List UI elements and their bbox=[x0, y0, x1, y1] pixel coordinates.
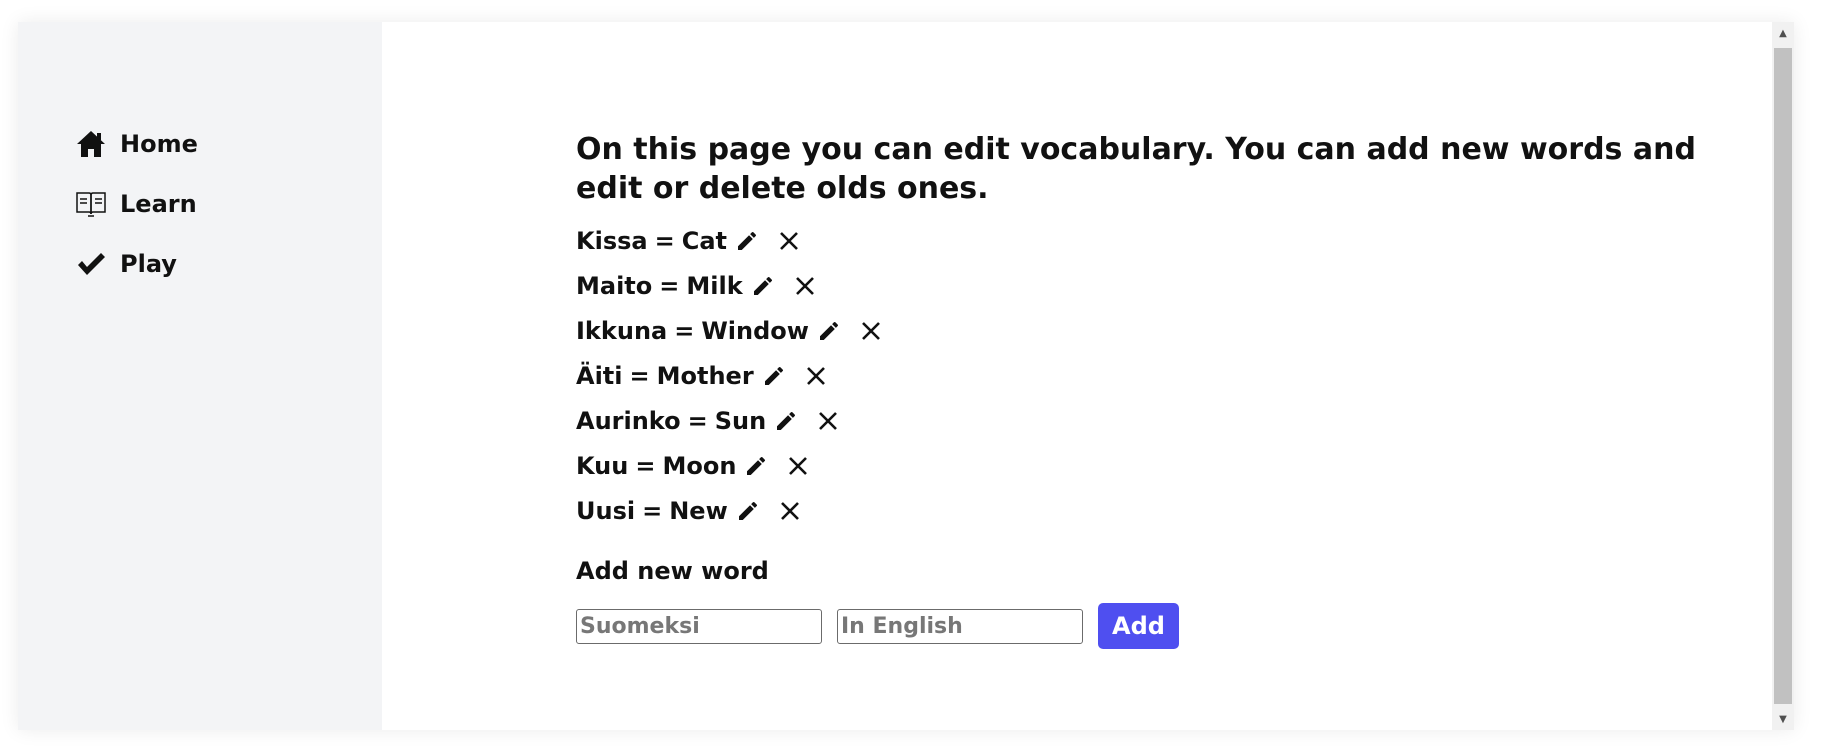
scroll-up-arrow-icon[interactable]: ▲ bbox=[1772, 22, 1794, 44]
edit-pencil-icon[interactable] bbox=[772, 406, 800, 436]
finnish-word: Aurinko bbox=[576, 406, 681, 435]
add-button[interactable]: Add bbox=[1098, 603, 1179, 649]
nav-item-play[interactable]: Play bbox=[74, 244, 382, 284]
add-word-heading: Add new word bbox=[576, 557, 769, 585]
delete-x-icon[interactable] bbox=[814, 406, 842, 436]
nav-item-learn-label: Learn bbox=[120, 190, 197, 218]
delete-x-icon[interactable] bbox=[784, 451, 812, 481]
finnish-input[interactable] bbox=[576, 608, 822, 644]
equals-sign: = bbox=[654, 226, 675, 255]
delete-x-icon[interactable] bbox=[857, 316, 885, 346]
word-list: Kissa = Cat Maito = Milk Ikkuna = Window bbox=[576, 218, 1794, 533]
english-word: Moon bbox=[662, 451, 737, 480]
edit-pencil-icon[interactable] bbox=[733, 226, 761, 256]
equals-sign: = bbox=[635, 451, 656, 480]
edit-pencil-icon[interactable] bbox=[760, 361, 788, 391]
delete-x-icon[interactable] bbox=[776, 496, 804, 526]
english-word: Mother bbox=[656, 361, 754, 390]
nav-item-play-label: Play bbox=[120, 250, 177, 278]
check-icon bbox=[74, 247, 108, 281]
book-icon bbox=[74, 187, 108, 221]
nav-item-home[interactable]: Home bbox=[74, 124, 382, 164]
equals-sign: = bbox=[687, 406, 708, 435]
page-intro: On this page you can edit vocabulary. Yo… bbox=[576, 132, 1696, 206]
home-icon bbox=[74, 127, 108, 161]
add-word-form: Add bbox=[576, 603, 1794, 649]
nav-item-learn[interactable]: Learn bbox=[74, 184, 382, 224]
equals-sign: = bbox=[674, 316, 695, 345]
word-row: Maito = Milk bbox=[576, 263, 1794, 308]
english-word: Cat bbox=[681, 226, 727, 255]
vertical-scrollbar[interactable]: ▲ ▼ bbox=[1772, 22, 1794, 730]
finnish-word: Kuu bbox=[576, 451, 629, 480]
finnish-word: Äiti bbox=[576, 361, 623, 390]
equals-sign: = bbox=[642, 496, 663, 525]
equals-sign: = bbox=[659, 271, 680, 300]
english-input[interactable] bbox=[837, 608, 1083, 644]
edit-pencil-icon[interactable] bbox=[749, 271, 777, 301]
finnish-word: Uusi bbox=[576, 496, 636, 525]
app-window: Home Learn Play On this page you can edi… bbox=[18, 22, 1794, 730]
delete-x-icon[interactable] bbox=[775, 226, 803, 256]
edit-pencil-icon[interactable] bbox=[734, 496, 762, 526]
edit-pencil-icon[interactable] bbox=[742, 451, 770, 481]
nav-item-home-label: Home bbox=[120, 130, 198, 158]
word-row: Ikkuna = Window bbox=[576, 308, 1794, 353]
word-row: Aurinko = Sun bbox=[576, 398, 1794, 443]
scrollbar-thumb[interactable] bbox=[1774, 48, 1792, 704]
finnish-word: Maito bbox=[576, 271, 653, 300]
word-row: Kuu = Moon bbox=[576, 443, 1794, 488]
english-word: Milk bbox=[686, 271, 743, 300]
english-word: Sun bbox=[714, 406, 767, 435]
sidebar: Home Learn Play bbox=[18, 22, 382, 730]
edit-pencil-icon[interactable] bbox=[815, 316, 843, 346]
word-row: Äiti = Mother bbox=[576, 353, 1794, 398]
finnish-word: Kissa bbox=[576, 226, 648, 255]
finnish-word: Ikkuna bbox=[576, 316, 668, 345]
english-word: Window bbox=[701, 316, 809, 345]
equals-sign: = bbox=[629, 361, 650, 390]
scroll-down-arrow-icon[interactable]: ▼ bbox=[1772, 708, 1794, 730]
delete-x-icon[interactable] bbox=[791, 271, 819, 301]
english-word: New bbox=[669, 496, 728, 525]
word-row: Kissa = Cat bbox=[576, 218, 1794, 263]
word-row: Uusi = New bbox=[576, 488, 1794, 533]
delete-x-icon[interactable] bbox=[802, 361, 830, 391]
main-content: On this page you can edit vocabulary. Yo… bbox=[382, 22, 1794, 730]
